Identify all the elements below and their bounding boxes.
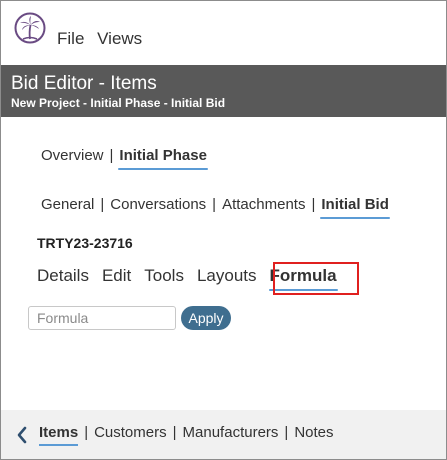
tab-initial-phase[interactable]: Initial Phase: [119, 147, 207, 164]
formula-input[interactable]: [28, 306, 176, 330]
menu-file[interactable]: File: [57, 29, 84, 48]
tab-separator: |: [212, 196, 217, 213]
project-tabs: Overview | Initial Phase: [41, 147, 207, 164]
tab-initial-bid[interactable]: Initial Bid: [321, 196, 389, 213]
app-window: File Views Bid Editor - Items New Projec…: [0, 0, 447, 460]
item-tabs: Details Edit Tools Layouts Formula: [37, 266, 337, 286]
tab-formula[interactable]: Formula: [270, 266, 337, 285]
tab-separator: |: [100, 196, 105, 213]
nav-items[interactable]: Items: [39, 424, 78, 441]
bottom-nav: Items | Customers | Manufacturers | Notes: [1, 410, 446, 459]
chevron-left-icon[interactable]: [15, 425, 29, 445]
bid-code: TRTY23-23716: [37, 235, 133, 251]
tab-attachments[interactable]: Attachments: [222, 196, 305, 213]
tab-edit[interactable]: Edit: [102, 266, 131, 285]
tab-layouts[interactable]: Layouts: [197, 266, 257, 285]
nav-separator: |: [172, 424, 177, 441]
tab-conversations[interactable]: Conversations: [110, 196, 206, 213]
tab-separator: |: [311, 196, 316, 213]
palm-tree-logo-icon: [14, 12, 46, 44]
apply-button[interactable]: Apply: [181, 306, 231, 330]
page-subtitle: New Project - Initial Phase - Initial Bi…: [11, 96, 226, 110]
menu-views[interactable]: Views: [97, 29, 142, 48]
tab-overview[interactable]: Overview: [41, 147, 104, 164]
bottom-nav-links: Items | Customers | Manufacturers | Notes: [39, 424, 334, 441]
nav-separator: |: [284, 424, 289, 441]
tab-details[interactable]: Details: [37, 266, 89, 285]
page-title: Bid Editor - Items: [11, 73, 157, 94]
tab-separator: |: [109, 147, 114, 164]
nav-customers[interactable]: Customers: [94, 424, 167, 441]
tab-general[interactable]: General: [41, 196, 94, 213]
page-header: Bid Editor - Items New Project - Initial…: [1, 65, 446, 117]
menu-bar: File Views: [57, 29, 150, 49]
nav-manufacturers[interactable]: Manufacturers: [183, 424, 279, 441]
phase-tabs: General | Conversations | Attachments | Initia…: [41, 196, 389, 213]
tab-tools[interactable]: Tools: [144, 266, 184, 285]
nav-notes[interactable]: Notes: [294, 424, 333, 441]
nav-separator: |: [84, 424, 89, 441]
